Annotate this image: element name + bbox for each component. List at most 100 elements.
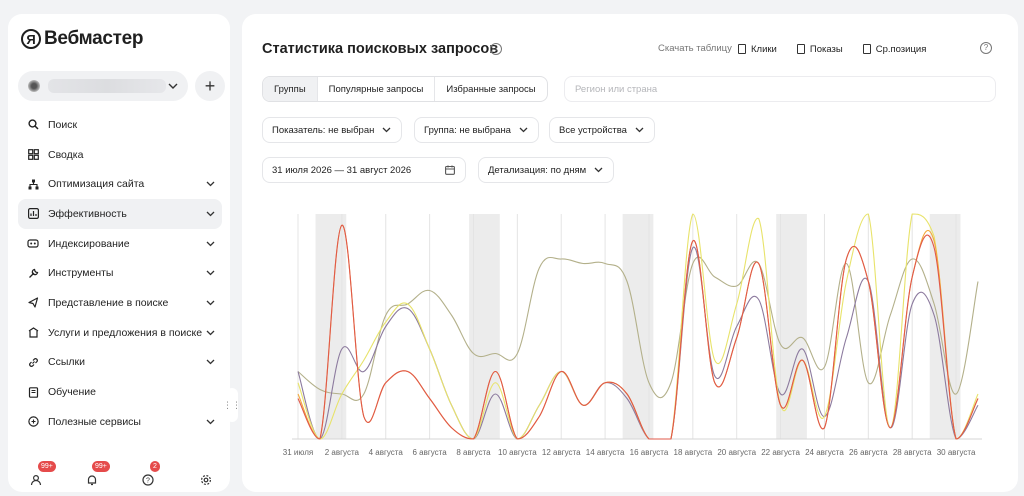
sidebar-footer: 99+ 99+ ? 2 bbox=[8, 461, 230, 492]
chart-svg: 31 июля 2 августа 4 августа 6 августа 8 авгу… bbox=[283, 213, 982, 457]
users-icon bbox=[30, 474, 42, 486]
sidebar-item-label: Полезные сервисы bbox=[48, 415, 141, 428]
gear-icon bbox=[200, 474, 212, 486]
chart-icon bbox=[26, 207, 40, 221]
indicator-filter[interactable]: Показатель: не выбран bbox=[262, 117, 403, 143]
detail-filter-label: Детализация: по дням bbox=[488, 164, 587, 176]
sidebar-item-useful-services[interactable]: Полезные сервисы bbox=[18, 407, 222, 437]
x-tick-label: 4 августа bbox=[369, 448, 404, 457]
x-tick-label: 6 августа bbox=[412, 448, 447, 457]
sidebar-item-summary[interactable]: Сводка bbox=[18, 140, 222, 170]
sidebar-item-label: Ссылки bbox=[48, 356, 85, 369]
calendar-icon bbox=[445, 165, 456, 175]
group-filter[interactable]: Группа: не выбрана bbox=[414, 117, 539, 143]
help-badge: 2 bbox=[150, 461, 160, 472]
present-icon bbox=[26, 296, 40, 310]
sidebar-collapse-handle[interactable]: ⋮⋮ bbox=[223, 388, 241, 422]
page-title: Статистика поисковых запросов bbox=[262, 41, 499, 57]
help-icon[interactable]: ? bbox=[980, 42, 992, 54]
chevron-down-icon bbox=[635, 127, 645, 133]
date-range-picker[interactable]: 31 июля 2026 — 31 август 2026 bbox=[262, 157, 466, 183]
yandex-logo-icon: Я bbox=[21, 29, 41, 49]
tab-favorite-queries[interactable]: Избранные запросы bbox=[435, 77, 546, 101]
book-icon bbox=[26, 385, 40, 399]
users-button[interactable]: 99+ bbox=[26, 461, 56, 490]
sidebar-item-search-presentation[interactable]: Представление в поиске bbox=[18, 288, 222, 318]
site-selector[interactable] bbox=[18, 71, 188, 101]
sidebar-item-label: Оптимизация сайта bbox=[48, 178, 145, 191]
notifications-badge: 99+ bbox=[92, 461, 110, 472]
chevron-down-icon bbox=[206, 417, 216, 427]
chevron-down-icon bbox=[168, 81, 178, 91]
chevron-down-icon bbox=[206, 357, 216, 367]
svg-text:?: ? bbox=[146, 478, 150, 485]
link-icon bbox=[26, 355, 40, 369]
x-tick-label: 2 августа bbox=[325, 448, 360, 457]
help-icon: ? bbox=[142, 474, 154, 486]
x-tick-label: 10 августа bbox=[498, 448, 537, 457]
sidebar-item-label: Поиск bbox=[48, 118, 78, 131]
bell-icon bbox=[87, 475, 97, 486]
tab-impressions[interactable]: Показы bbox=[787, 36, 853, 62]
region-input[interactable] bbox=[564, 76, 996, 102]
download-table-link[interactable]: Скачать таблицу bbox=[658, 43, 732, 54]
chevron-down-icon bbox=[594, 167, 604, 173]
sidebar-item-links[interactable]: Ссылки bbox=[18, 348, 222, 378]
services-circle-icon bbox=[26, 415, 40, 429]
tab-popular-queries[interactable]: Популярные запросы bbox=[318, 77, 436, 101]
sidebar-item-efficiency[interactable]: Эффективность bbox=[18, 199, 222, 229]
query-type-tabs: Группы Популярные запросы Избранные запр… bbox=[262, 76, 548, 102]
tab-label: Ср.позиция bbox=[875, 43, 927, 55]
x-tick-label: 20 августа bbox=[717, 448, 756, 457]
metric-tabs: Клики Показы Ср.позиция bbox=[728, 36, 936, 62]
add-site-button[interactable]: + bbox=[195, 71, 225, 101]
x-tick-label: 14 августа bbox=[586, 448, 625, 457]
sidebar-item-tools[interactable]: Инструменты bbox=[18, 258, 222, 288]
sidebar-item-search[interactable]: Поиск bbox=[18, 110, 222, 140]
sidebar: Я Вебмастер + Поиск Сводка Оптимизация с… bbox=[8, 14, 230, 492]
main-panel: Статистика поисковых запросов i Скачать … bbox=[242, 14, 1018, 492]
detail-filter[interactable]: Детализация: по дням bbox=[478, 157, 615, 183]
logo[interactable]: Я Вебмастер bbox=[21, 28, 144, 50]
sidebar-item-optimization[interactable]: Оптимизация сайта bbox=[18, 169, 222, 199]
users-badge: 99+ bbox=[38, 461, 56, 472]
tab-label: Клики bbox=[751, 43, 777, 55]
chevron-down-icon bbox=[519, 127, 529, 133]
sidebar-item-label: Эффективность bbox=[48, 207, 127, 220]
devices-filter[interactable]: Все устройства bbox=[549, 117, 655, 143]
devices-filter-label: Все устройства bbox=[559, 124, 627, 136]
x-tick-label: 18 августа bbox=[674, 448, 713, 457]
sidebar-item-label: Обучение bbox=[48, 386, 97, 399]
help-button[interactable]: ? 2 bbox=[138, 461, 160, 490]
chevron-down-icon bbox=[206, 209, 216, 219]
sidebar-item-label: Индексирование bbox=[48, 237, 130, 250]
tab-groups[interactable]: Группы bbox=[263, 77, 318, 101]
settings-button[interactable] bbox=[196, 470, 216, 490]
x-tick-label: 30 августа bbox=[937, 448, 976, 457]
dashboard-icon bbox=[26, 148, 40, 162]
notifications-button[interactable]: 99+ bbox=[82, 461, 110, 490]
chevron-down-icon bbox=[206, 268, 216, 278]
wrench-icon bbox=[26, 266, 40, 280]
document-icon bbox=[738, 44, 746, 54]
x-tick-label: 12 августа bbox=[542, 448, 581, 457]
tab-avg-position[interactable]: Ср.позиция bbox=[853, 36, 937, 62]
sidebar-item-label: Представление в поиске bbox=[48, 296, 169, 309]
chevron-down-icon bbox=[206, 239, 216, 249]
sidebar-nav: Поиск Сводка Оптимизация сайта Эффективн… bbox=[18, 110, 222, 437]
tab-clicks[interactable]: Клики bbox=[728, 36, 787, 62]
sidebar-item-indexing[interactable]: Индексирование bbox=[18, 229, 222, 259]
sidebar-item-learning[interactable]: Обучение bbox=[18, 377, 222, 407]
group-filter-label: Группа: не выбрана bbox=[424, 124, 511, 136]
chevron-down-icon bbox=[206, 298, 216, 308]
chevron-down-icon bbox=[382, 127, 392, 133]
x-tick-label: 26 августа bbox=[849, 448, 888, 457]
sidebar-item-label: Услуги и предложения в поиске bbox=[48, 326, 203, 339]
sidebar-item-services[interactable]: Услуги и предложения в поиске bbox=[18, 318, 222, 348]
x-tick-label: 22 августа bbox=[761, 448, 800, 457]
tab-label: Показы bbox=[809, 43, 843, 55]
info-icon[interactable]: i bbox=[490, 43, 502, 55]
sitemap-icon bbox=[26, 177, 40, 191]
chevron-down-icon bbox=[206, 328, 216, 338]
services-icon bbox=[26, 326, 40, 340]
